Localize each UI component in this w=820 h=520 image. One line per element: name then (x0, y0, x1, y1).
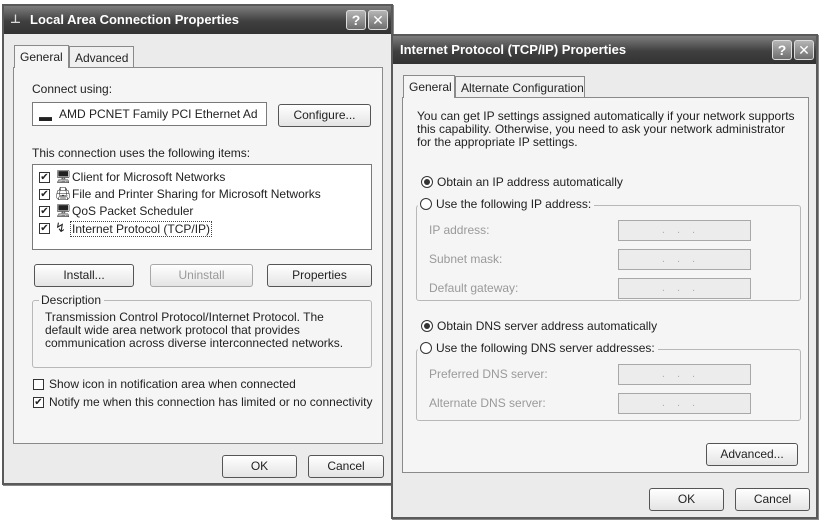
preferred-dns-label: Preferred DNS server: (429, 367, 548, 381)
obtain-ip-auto-label: Obtain an IP address automatically (437, 175, 623, 189)
connect-using-label: Connect using: (32, 82, 113, 96)
item-checkbox[interactable]: ✔ (39, 223, 50, 234)
static-dns-legend: Use the following DNS server addresses: (418, 341, 658, 355)
lan-properties-dialog: ⊥ Local Area Connection Properties ? ✕ G… (2, 4, 393, 485)
close-button[interactable]: ✕ (794, 40, 814, 60)
item-checkbox[interactable]: ✔ (39, 172, 50, 183)
alternate-dns-label: Alternate DNS server: (429, 396, 546, 410)
intro-text: You can get IP settings assigned automat… (417, 109, 795, 149)
tab-advanced[interactable]: Advanced (69, 46, 134, 67)
tcpip-properties-dialog: Internet Protocol (TCP/IP) Properties ? … (391, 34, 818, 519)
network-client-icon: 🖥 (55, 169, 72, 184)
static-ip-legend: Use the following IP address: (418, 197, 595, 211)
default-gateway-label: Default gateway: (429, 281, 519, 295)
uninstall-button[interactable]: Uninstall (150, 264, 253, 287)
show-icon-checkbox[interactable] (33, 379, 44, 390)
description-text: Transmission Control Protocol/Internet P… (45, 310, 344, 350)
ok-button[interactable]: OK (222, 455, 297, 478)
lan-dialog-title: Local Area Connection Properties (30, 12, 240, 27)
subnet-mask-label: Subnet mask: (429, 252, 503, 266)
connection-items-list[interactable]: ✔ 🖥 Client for Microsoft Networks ✔ 🖨 Fi… (32, 164, 372, 250)
use-following-ip-radio[interactable] (420, 198, 432, 210)
show-icon-label: Show icon in notification area when conn… (49, 377, 296, 391)
description-group: Description Transmission Control Protoco… (32, 293, 372, 368)
item-checkbox[interactable]: ✔ (39, 206, 50, 217)
install-button[interactable]: Install... (34, 264, 134, 287)
item-checkbox[interactable]: ✔ (39, 189, 50, 200)
adapter-name: AMD PCNET Family PCI Ethernet Ad (59, 107, 258, 121)
item-label: QoS Packet Scheduler (72, 204, 194, 218)
adapter-field: ▬ AMD PCNET Family PCI Ethernet Ad (32, 102, 267, 126)
notify-label: Notify me when this connection has limit… (49, 395, 373, 409)
item-label: Client for Microsoft Networks (72, 170, 226, 184)
ok-button[interactable]: OK (649, 488, 724, 511)
printer-sharing-icon: 🖨 (55, 186, 72, 201)
use-following-dns-label: Use the following DNS server addresses: (436, 341, 655, 355)
preferred-dns-input[interactable]: ... (618, 364, 751, 385)
network-adapter-icon: ▬ (39, 109, 52, 124)
protocol-icon: ↯ (55, 220, 66, 235)
tcpip-titlebar[interactable]: Internet Protocol (TCP/IP) Properties ? … (393, 36, 816, 64)
default-gateway-input[interactable]: ... (618, 278, 751, 299)
use-following-dns-radio[interactable] (420, 342, 432, 354)
network-connection-icon: ⊥ (10, 12, 21, 26)
cancel-button[interactable]: Cancel (735, 488, 810, 511)
cancel-button[interactable]: Cancel (308, 455, 384, 478)
tcpip-dialog-title: Internet Protocol (TCP/IP) Properties (400, 42, 627, 57)
ip-address-label: IP address: (429, 223, 490, 237)
advanced-button[interactable]: Advanced... (706, 443, 798, 466)
close-button[interactable]: ✕ (368, 10, 388, 30)
use-following-ip-label: Use the following IP address: (436, 197, 592, 211)
alternate-dns-input[interactable]: ... (618, 393, 751, 414)
tab-general[interactable]: General (14, 45, 69, 68)
subnet-mask-input[interactable]: ... (618, 249, 751, 270)
ip-address-input[interactable]: ... (618, 220, 751, 241)
obtain-dns-auto-radio[interactable] (421, 320, 433, 332)
tab-general[interactable]: General (403, 75, 455, 98)
tcpip-general-panel: You can get IP settings assigned automat… (402, 97, 809, 473)
obtain-ip-auto-radio[interactable] (421, 176, 433, 188)
obtain-dns-auto-label: Obtain DNS server address automatically (437, 319, 658, 333)
notify-checkbox[interactable]: ✔ (33, 397, 44, 408)
tcpip-tab-row: General Alternate Configuration (403, 75, 653, 98)
configure-button[interactable]: Configure... (278, 104, 371, 127)
tab-alternate-configuration[interactable]: Alternate Configuration (455, 76, 585, 97)
lan-general-panel: Connect using: ▬ AMD PCNET Family PCI Et… (13, 67, 383, 444)
items-label: This connection uses the following items… (32, 146, 251, 160)
item-label: Internet Protocol (TCP/IP) (70, 221, 213, 237)
static-ip-group: Use the following IP address: IP address… (416, 197, 801, 301)
properties-button[interactable]: Properties (267, 264, 372, 287)
item-label: File and Printer Sharing for Microsoft N… (72, 187, 321, 201)
lan-tab-row: General Advanced (14, 45, 214, 68)
network-service-icon: 🖥 (55, 203, 72, 218)
description-legend: Description (39, 293, 105, 307)
static-dns-group: Use the following DNS server addresses: … (416, 341, 801, 421)
lan-titlebar[interactable]: ⊥ Local Area Connection Properties ? ✕ (4, 6, 391, 34)
help-button[interactable]: ? (346, 10, 366, 30)
help-button[interactable]: ? (772, 40, 792, 60)
